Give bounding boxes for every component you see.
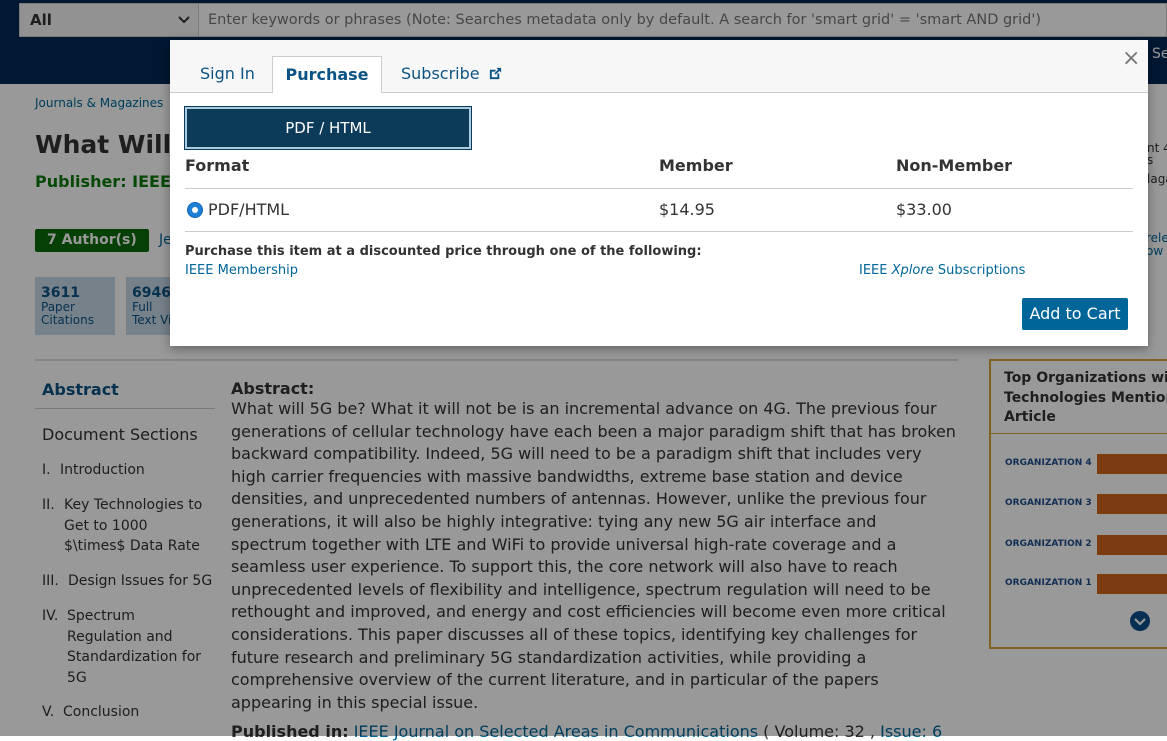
ieee-membership-link[interactable]: IEEE Membership xyxy=(185,263,298,278)
format-radio-selected[interactable] xyxy=(187,202,203,218)
table-divider xyxy=(185,231,1133,232)
tab-subscribe-label: Subscribe xyxy=(401,64,480,83)
xplore-subscriptions-link[interactable]: IEEE Xplore Subscriptions xyxy=(859,263,1025,278)
column-header-non-member: Non-Member xyxy=(896,156,1013,175)
add-to-cart-button[interactable]: Add to Cart xyxy=(1022,298,1128,330)
close-icon[interactable]: × xyxy=(1122,48,1140,70)
link-text-brand: Xplore xyxy=(891,263,934,278)
modal-tab-bar: Sign In Purchase Subscribe × xyxy=(170,40,1148,93)
column-header-format: Format xyxy=(185,156,250,175)
link-text: Subscriptions xyxy=(937,263,1026,278)
table-divider xyxy=(185,188,1133,189)
tab-sign-in[interactable]: Sign In xyxy=(200,56,255,92)
non-member-price-cell: $33.00 xyxy=(896,200,952,219)
link-text: IEEE xyxy=(859,263,888,278)
format-cell: PDF/HTML xyxy=(208,200,290,219)
member-price-cell: $14.95 xyxy=(659,200,715,219)
tab-purchase[interactable]: Purchase xyxy=(272,56,382,93)
purchase-modal: Sign In Purchase Subscribe × PDF / HTML … xyxy=(170,40,1148,346)
column-header-member: Member xyxy=(659,156,733,175)
discount-note: Purchase this item at a discounted price… xyxy=(185,244,702,259)
tab-subscribe[interactable]: Subscribe xyxy=(401,56,503,92)
external-link-icon xyxy=(488,58,503,94)
format-pdf-html-button[interactable]: PDF / HTML xyxy=(184,106,472,150)
